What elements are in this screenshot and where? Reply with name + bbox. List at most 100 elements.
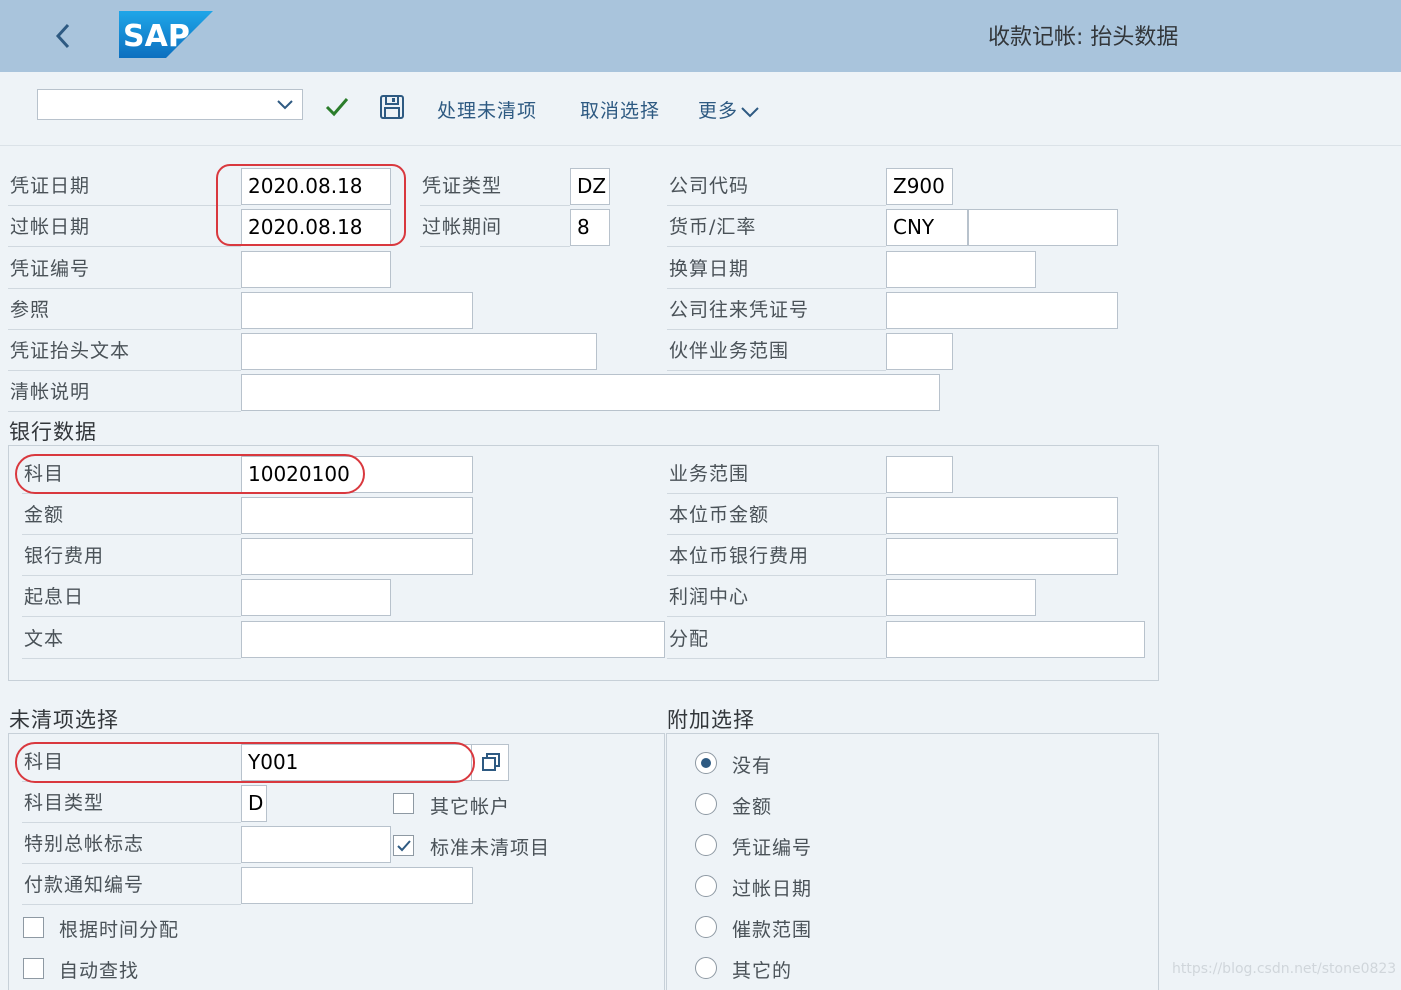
radio-none[interactable] <box>695 752 717 774</box>
enter-button[interactable] <box>324 96 350 118</box>
currency-label: 货币/汇率 <box>667 209 886 247</box>
business-area-label: 业务范围 <box>667 456 886 494</box>
automatic-search-label: 自动查找 <box>59 960 140 982</box>
lc-bank-charges-label: 本位币银行费用 <box>667 538 886 576</box>
clearing-text-label: 清帐说明 <box>8 374 241 412</box>
other-accounts-label: 其它帐户 <box>430 796 511 818</box>
profit-center-label: 利润中心 <box>667 579 886 617</box>
logo-text: SAP <box>123 19 190 54</box>
payment-advice-field[interactable] <box>241 867 473 904</box>
bank-account-label: 科目 <box>22 456 241 494</box>
more-label: 更多 <box>698 100 739 122</box>
doc-date-field[interactable]: 2020.08.18 <box>241 168 391 205</box>
shell-header: SAP 收款记帐: 抬头数据 <box>0 0 1401 72</box>
bank-account-field[interactable]: 10020100 <box>241 456 473 493</box>
doc-date-label: 凭证日期 <box>8 168 241 206</box>
distribute-by-age-checkbox[interactable] <box>23 917 44 938</box>
posting-date-label: 过帐日期 <box>8 209 241 247</box>
command-input[interactable] <box>42 93 267 116</box>
doc-number-label: 凭证编号 <box>8 251 241 289</box>
radio-posting-date[interactable] <box>695 875 717 897</box>
automatic-search-checkbox[interactable] <box>23 958 44 979</box>
save-button[interactable] <box>379 94 405 120</box>
more-menu-button[interactable]: 更多 <box>698 96 760 123</box>
doc-number-field[interactable] <box>241 251 391 288</box>
radio-dunning-area[interactable] <box>695 916 717 938</box>
chevron-down-icon[interactable] <box>276 99 294 111</box>
lc-amount-field[interactable] <box>886 497 1118 534</box>
oi-account-label: 科目 <box>22 744 241 782</box>
lc-bank-charges-field[interactable] <box>886 538 1118 575</box>
radio-none-label: 没有 <box>732 755 773 777</box>
standard-open-items-checkbox[interactable] <box>393 835 414 856</box>
account-type-field[interactable]: D <box>241 785 267 822</box>
checkmark-icon <box>397 840 411 852</box>
doc-type-label: 凭证类型 <box>420 168 570 206</box>
posting-date-field[interactable]: 2020.08.18 <box>241 209 391 246</box>
other-accounts-checkbox[interactable] <box>393 793 414 814</box>
bank-text-label: 文本 <box>22 621 241 659</box>
reference-label: 参照 <box>8 292 241 330</box>
watermark: https://blog.csdn.net/stone0823 <box>1172 961 1397 977</box>
bank-text-field[interactable] <box>241 621 665 658</box>
command-field[interactable] <box>37 89 303 120</box>
value-help-icon <box>482 753 500 771</box>
toolbar: 处理未清项 取消选择 更多 <box>0 72 1401 146</box>
amount-label: 金额 <box>22 497 241 535</box>
assignment-field[interactable] <box>886 621 1145 658</box>
special-gl-field[interactable] <box>241 826 391 863</box>
radio-doc-number-label: 凭证编号 <box>732 837 813 859</box>
standard-open-items-label: 标准未清项目 <box>430 837 551 859</box>
sap-logo: SAP <box>119 11 213 58</box>
chevron-down-icon <box>741 106 759 117</box>
header-text-field[interactable] <box>241 333 597 370</box>
distribute-by-age-label: 根据时间分配 <box>59 919 180 941</box>
period-label: 过帐期间 <box>420 209 570 247</box>
special-gl-label: 特别总帐标志 <box>22 826 241 864</box>
bank-data-title: 银行数据 <box>9 420 97 444</box>
value-date-field[interactable] <box>241 579 391 616</box>
company-code-field[interactable]: Z900 <box>886 168 953 205</box>
value-help-button[interactable] <box>471 744 509 781</box>
payment-advice-label: 付款通知编号 <box>22 867 241 905</box>
intercompany-doc-field[interactable] <box>886 292 1118 329</box>
period-field[interactable]: 8 <box>570 209 610 246</box>
translation-date-field[interactable] <box>886 251 1036 288</box>
oi-account-field[interactable]: Y001 <box>241 744 473 781</box>
radio-doc-number[interactable] <box>695 834 717 856</box>
amount-field[interactable] <box>241 497 473 534</box>
radio-other[interactable] <box>695 957 717 979</box>
business-area-field[interactable] <box>886 456 953 493</box>
currency-field[interactable]: CNY <box>886 209 968 246</box>
process-open-items-button[interactable]: 处理未清项 <box>437 96 537 123</box>
additional-selection-title: 附加选择 <box>667 708 755 732</box>
trading-partner-ba-label: 伙伴业务范围 <box>667 333 886 371</box>
radio-other-label: 其它的 <box>732 960 793 982</box>
radio-dunning-area-label: 催款范围 <box>732 919 813 941</box>
doc-type-field[interactable]: DZ <box>570 168 610 205</box>
bank-charges-label: 银行费用 <box>22 538 241 576</box>
radio-posting-date-label: 过帐日期 <box>732 878 813 900</box>
save-icon <box>380 95 404 119</box>
assignment-label: 分配 <box>667 621 886 659</box>
reference-field[interactable] <box>241 292 473 329</box>
clearing-text-field[interactable] <box>241 374 940 411</box>
bank-charges-field[interactable] <box>241 538 473 575</box>
intercompany-doc-label: 公司往来凭证号 <box>667 292 886 330</box>
company-code-label: 公司代码 <box>667 168 886 206</box>
page-title: 收款记帐: 抬头数据 <box>988 25 1179 50</box>
header-text-label: 凭证抬头文本 <box>8 333 241 371</box>
open-item-selection-title: 未清项选择 <box>9 708 119 732</box>
translation-date-label: 换算日期 <box>667 251 886 289</box>
lc-amount-label: 本位币金额 <box>667 497 886 535</box>
account-type-label: 科目类型 <box>22 785 241 823</box>
back-button[interactable] <box>44 16 84 56</box>
trading-partner-ba-field[interactable] <box>886 333 953 370</box>
value-date-label: 起息日 <box>22 579 241 617</box>
radio-amount-label: 金额 <box>732 796 773 818</box>
profit-center-field[interactable] <box>886 579 1036 616</box>
radio-amount[interactable] <box>695 793 717 815</box>
exchange-rate-field[interactable] <box>968 209 1118 246</box>
chevron-left-icon <box>55 23 70 49</box>
cancel-selection-button[interactable]: 取消选择 <box>580 96 660 123</box>
